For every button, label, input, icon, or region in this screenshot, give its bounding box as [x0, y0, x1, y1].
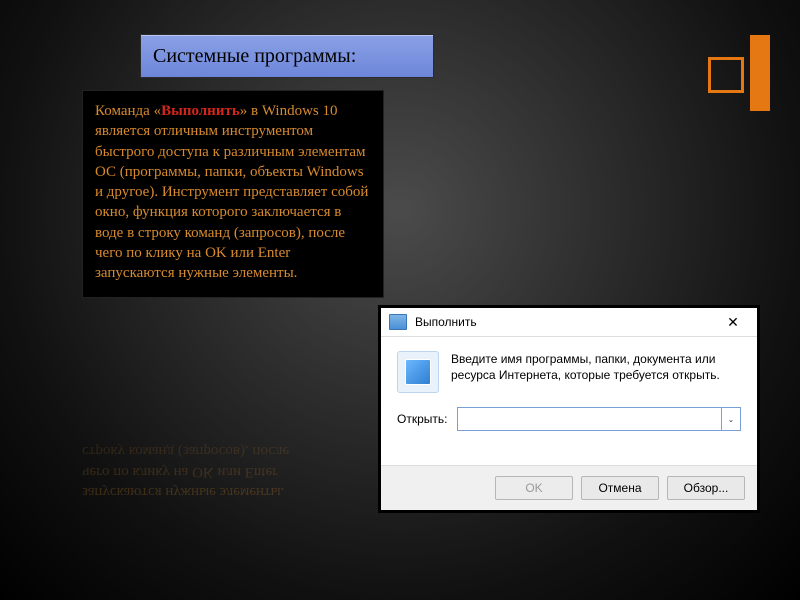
- slide-root: Системные программы: Команда «Выполнить»…: [0, 0, 800, 600]
- decoration-bar: [750, 35, 770, 111]
- decoration-square: [708, 57, 744, 93]
- info-post: » в Windows 10 является отличным инструм…: [95, 103, 368, 281]
- run-program-icon: [397, 351, 439, 393]
- reflection-line: строку команд (запросов), после: [82, 441, 382, 461]
- run-open-row: Открыть: ⌄: [381, 401, 757, 431]
- open-combobox[interactable]: ⌄: [457, 407, 741, 431]
- open-label: Открыть:: [397, 412, 457, 426]
- browse-button[interactable]: Обзор...: [667, 476, 745, 500]
- run-titlebar-icon: [389, 314, 407, 330]
- close-icon[interactable]: ✕: [717, 314, 749, 331]
- run-button-bar: OK Отмена Обзор...: [381, 465, 757, 510]
- ok-button[interactable]: OK: [495, 476, 573, 500]
- run-instruction: Введите имя программы, папки, документа …: [451, 351, 741, 393]
- info-reflection: запускаются нужные элементы. чего по кли…: [82, 372, 382, 502]
- slide-title-text: Системные программы:: [153, 45, 356, 68]
- cancel-button[interactable]: Отмена: [581, 476, 659, 500]
- info-text-box: Команда «Выполнить» в Windows 10 являетс…: [82, 90, 384, 298]
- slide-title: Системные программы:: [140, 34, 434, 78]
- reflection-line: чего по клику на OK или Enter: [82, 462, 382, 482]
- run-titlebar: Выполнить ✕: [381, 308, 757, 337]
- info-pre: Команда «: [95, 103, 161, 119]
- chevron-down-icon[interactable]: ⌄: [721, 408, 740, 430]
- open-input[interactable]: [458, 408, 720, 430]
- run-title: Выполнить: [415, 315, 717, 329]
- reflection-line: запускаются нужные элементы.: [82, 482, 382, 502]
- run-body: Введите имя программы, папки, документа …: [381, 337, 757, 401]
- run-dialog: Выполнить ✕ Введите имя программы, папки…: [381, 308, 757, 510]
- run-dialog-frame: Выполнить ✕ Введите имя программы, папки…: [378, 305, 760, 513]
- info-highlight: Выполнить: [161, 103, 240, 119]
